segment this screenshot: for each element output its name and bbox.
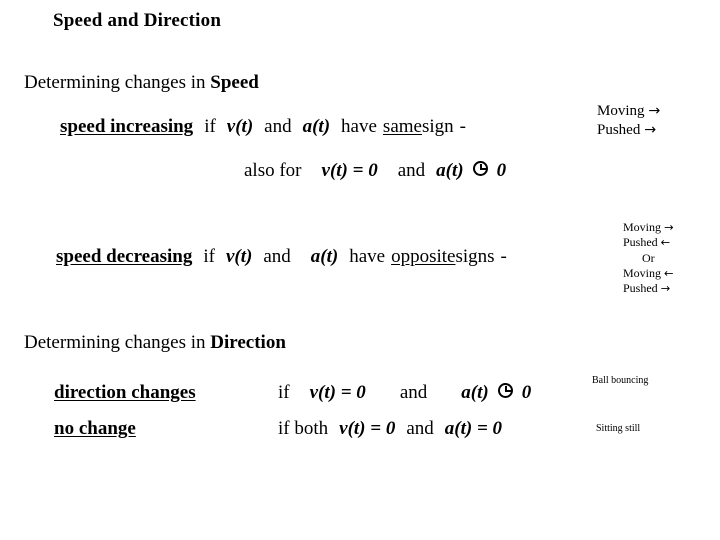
rule-also-for: also for v(t) = 0 and a(t) 0 (244, 160, 506, 182)
rule-velocity-symbol: v(t) (226, 116, 254, 137)
note-line-moving-forward: Moving → (623, 220, 674, 235)
section-heading-direction: Determining changes in Direction (24, 332, 286, 354)
rule-keyword-if-both: if both (278, 418, 329, 439)
rule-direction-changes: direction changes if v(t) = 0 and a(t) 0 (54, 382, 531, 404)
note-label-pushed: Pushed (597, 122, 641, 139)
note-speed-increasing: Moving → Pushed → (597, 102, 660, 140)
rule-velocity-equation: v(t) = 0 (309, 382, 366, 403)
arrow-left-icon: ← (660, 235, 671, 250)
rule-term-no-change: no change (54, 418, 136, 439)
rule-keyword-if: if (204, 116, 216, 137)
rule-acceleration-symbol: a(t) (310, 246, 339, 267)
rule-keyword-have: have (341, 116, 377, 137)
note-line-pushed-forward: Pushed → (623, 281, 674, 296)
arrow-right-icon: → (648, 103, 661, 119)
slide-canvas: Speed and Direction Determining changes … (0, 0, 720, 540)
note-ball-bouncing: Ball bouncing (592, 375, 649, 386)
not-equal-circle-icon (497, 383, 513, 398)
rule-keyword-if: if (203, 246, 215, 267)
section-heading-direction-prefix: Determining changes in (24, 332, 211, 353)
rule-acceleration-symbol: a(t) (302, 116, 331, 137)
rule-condition-sign: sign (421, 116, 454, 137)
rule-acceleration-symbol: a(t) (436, 160, 464, 181)
note-sitting-still: Sitting still (596, 423, 641, 434)
rule-keyword-and: and (399, 382, 428, 403)
rule-speed-decreasing: speed decreasing if v(t) and a(t) have o… (56, 246, 507, 268)
note-line-pushed-forward: Pushed → (597, 121, 660, 140)
page-title: Speed and Direction (53, 10, 222, 31)
rule-keyword-and: and (397, 160, 426, 181)
section-heading-speed-highlight: Speed (210, 72, 259, 93)
not-equal-circle-icon (472, 161, 488, 176)
rule-term-speed-increasing: speed increasing (60, 116, 194, 137)
rule-term-speed-decreasing: speed decreasing (56, 246, 193, 267)
rule-acceleration-equation: a(t) = 0 (444, 418, 503, 439)
rule-keyword-if: if (278, 382, 290, 403)
rule-no-change: no change if both v(t) = 0 and a(t) = 0 (54, 418, 502, 440)
rule-condition-same: same (382, 116, 422, 137)
note-line-or: Or (641, 250, 655, 265)
rule-speed-increasing: speed increasing if v(t) and a(t) have s… (60, 116, 466, 138)
rule-zero-value: 0 (496, 160, 507, 181)
note-label-pushed: Pushed (623, 281, 658, 296)
arrow-right-icon: → (660, 281, 671, 296)
rule-lead-also-for: also for (244, 160, 302, 181)
rule-acceleration-symbol: a(t) (461, 382, 489, 403)
arrow-right-icon: → (644, 122, 657, 139)
note-label-moving: Moving (623, 266, 662, 281)
rule-keyword-have: have (349, 246, 386, 267)
arrow-right-icon: → (664, 220, 674, 234)
section-heading-speed-prefix: Determining changes in (24, 72, 211, 93)
rule-condition-signs: signs (455, 246, 495, 267)
note-line-pushed-backward: Pushed ← (623, 235, 674, 250)
rule-keyword-and: and (263, 246, 291, 267)
note-label-moving: Moving (623, 220, 662, 234)
rule-dash: - (500, 246, 507, 267)
note-line-moving-backward: Moving ← (623, 266, 674, 281)
rule-term-direction-changes: direction changes (54, 382, 196, 403)
note-speed-decreasing: Moving → Pushed ← Or Moving ← Pushed → (623, 220, 674, 297)
rule-condition-opposite: opposite (391, 246, 456, 267)
section-heading-speed: Determining changes in Speed (24, 72, 259, 94)
rule-zero-value: 0 (521, 382, 532, 403)
note-label-moving: Moving (597, 103, 645, 119)
section-heading-direction-highlight: Direction (210, 332, 286, 353)
rule-keyword-and: and (406, 418, 434, 439)
rule-velocity-symbol: v(t) (225, 246, 253, 267)
rule-velocity-equation: v(t) = 0 (321, 160, 378, 181)
rule-dash: - (459, 116, 466, 137)
rule-velocity-equation: v(t) = 0 (339, 418, 396, 439)
note-line-moving-forward: Moving → (597, 102, 660, 121)
note-label-pushed: Pushed (623, 235, 658, 250)
arrow-left-icon: ← (664, 266, 674, 281)
rule-keyword-and: and (264, 116, 292, 137)
